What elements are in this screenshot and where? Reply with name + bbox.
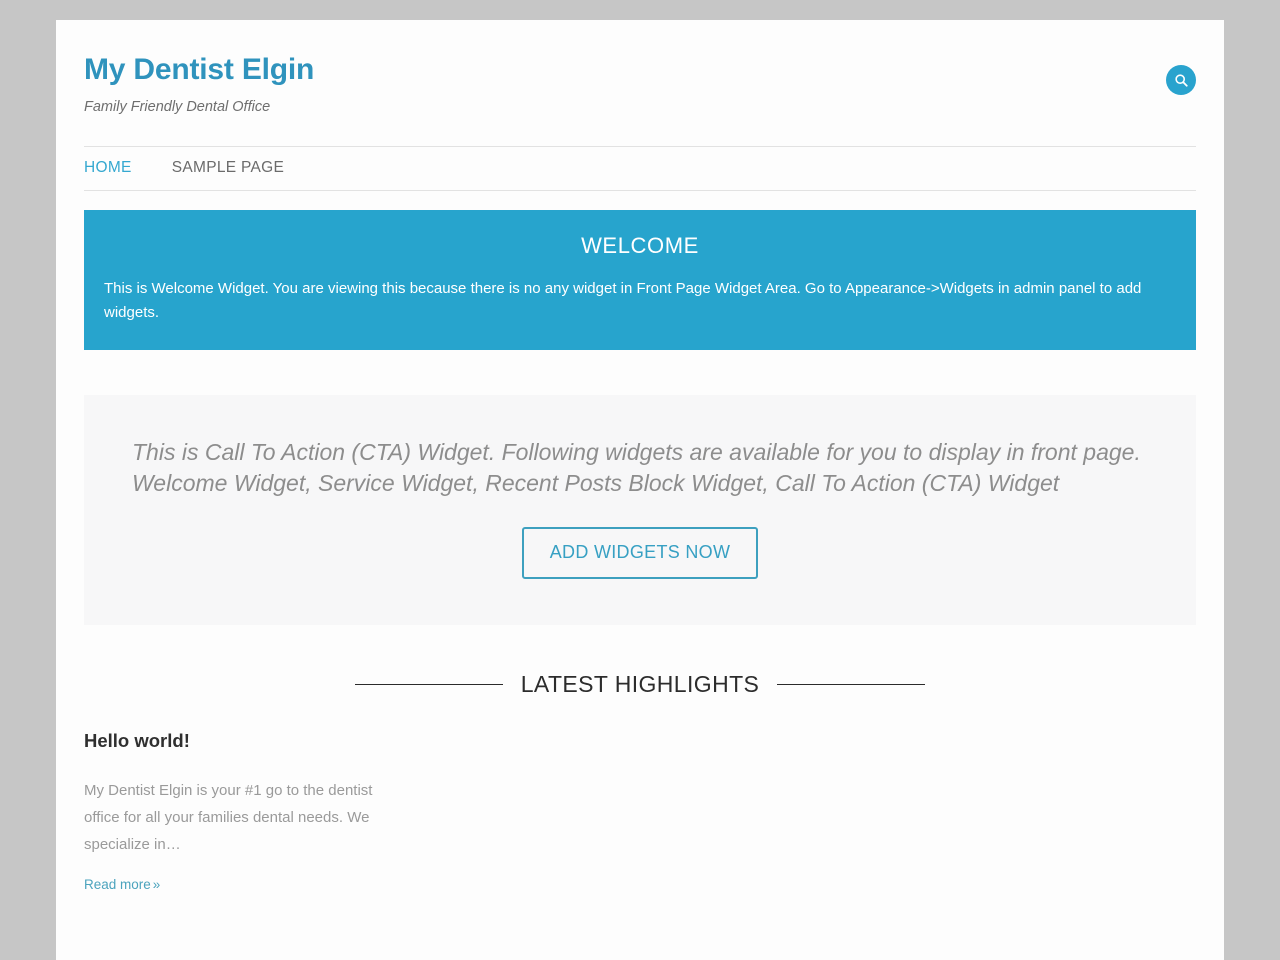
- site-container: My Dentist Elgin Family Friendly Dental …: [56, 20, 1224, 960]
- nav-item-home: HOME: [84, 147, 132, 190]
- cta-text: This is Call To Action (CTA) Widget. Fol…: [132, 438, 1141, 496]
- nav-item-sample-page: SAMPLE PAGE: [172, 147, 284, 190]
- welcome-widget: WELCOME This is Welcome Widget. You are …: [84, 210, 1196, 350]
- post-title[interactable]: Hello world!: [84, 729, 394, 753]
- read-more-label: Read more: [84, 877, 151, 893]
- latest-highlights-section: LATEST HIGHLIGHTS Hello world! My Dentis…: [84, 671, 1196, 894]
- welcome-text: This is Welcome Widget. You are viewing …: [104, 279, 1142, 322]
- post-grid: Hello world! My Dentist Elgin is your #1…: [84, 729, 1196, 894]
- chevron-double-right-icon: »: [152, 877, 161, 893]
- search-toggle-button[interactable]: [1166, 65, 1196, 95]
- site-description: Family Friendly Dental Office: [84, 99, 271, 115]
- heading-rule-left: [354, 684, 503, 686]
- cta-button-row: ADD WIDGETS NOW: [132, 527, 1148, 580]
- post-excerpt: My Dentist Elgin is your #1 go to the de…: [84, 782, 373, 854]
- heading-rule-right: [777, 684, 926, 686]
- welcome-title: WELCOME: [581, 233, 699, 259]
- add-widgets-now-button[interactable]: ADD WIDGETS NOW: [521, 527, 759, 580]
- call-to-action-widget: This is Call To Action (CTA) Widget. Fol…: [84, 394, 1196, 626]
- nav-list: HOME SAMPLE PAGE: [84, 147, 1196, 190]
- nav-link-sample-page[interactable]: SAMPLE PAGE: [172, 147, 284, 190]
- site-title[interactable]: My Dentist Elgin: [84, 53, 1196, 86]
- nav-link-home[interactable]: HOME: [84, 147, 132, 190]
- latest-highlights-heading: LATEST HIGHLIGHTS: [84, 671, 1196, 698]
- latest-highlights-title: LATEST HIGHLIGHTS: [520, 671, 760, 698]
- site-header: My Dentist Elgin Family Friendly Dental …: [84, 20, 1196, 116]
- main-navigation: HOME SAMPLE PAGE: [84, 146, 1196, 192]
- search-icon: [1174, 73, 1189, 88]
- post-card: Hello world! My Dentist Elgin is your #1…: [84, 729, 414, 894]
- read-more-link[interactable]: Read more»: [84, 877, 160, 892]
